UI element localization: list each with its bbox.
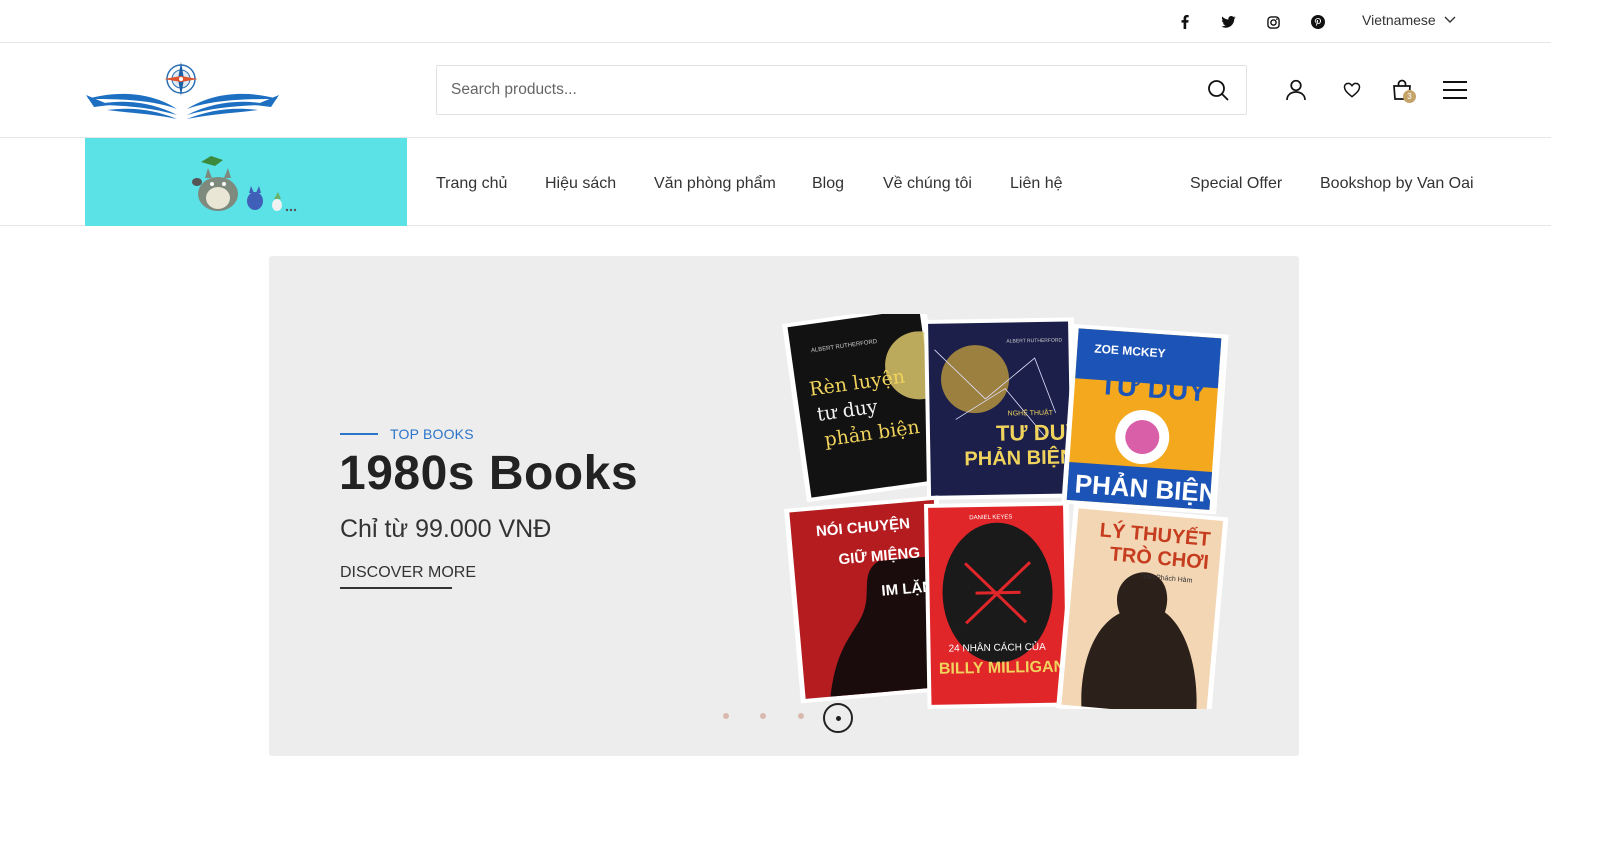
instagram-icon[interactable] bbox=[1263, 12, 1283, 32]
nav-item-contact[interactable]: Liên hệ bbox=[1010, 175, 1063, 193]
eyebrow-line bbox=[340, 433, 378, 435]
nav-item-stationery[interactable]: Văn phòng phẩm bbox=[654, 175, 776, 193]
hero-subtitle: Chỉ từ 99.000 VNĐ bbox=[340, 515, 552, 543]
nav-item-about[interactable]: Về chúng tôi bbox=[883, 175, 972, 193]
main-navigation: Trang chủ Hiệu sách Văn phòng phẩm Blog … bbox=[0, 138, 1551, 226]
nav-banner-image bbox=[85, 138, 407, 226]
nav-item-blog[interactable]: Blog bbox=[812, 175, 844, 193]
nav-item-home[interactable]: Trang chủ bbox=[436, 175, 507, 193]
discover-more-link[interactable]: DISCOVER MORE bbox=[340, 564, 476, 582]
slider-dot-3[interactable] bbox=[798, 713, 804, 719]
language-selector[interactable]: Vietnamese bbox=[1362, 12, 1456, 28]
hero-eyebrow-text: TOP BOOKS bbox=[390, 426, 474, 442]
facebook-icon[interactable] bbox=[1175, 12, 1195, 32]
nav-item-bookstore[interactable]: Hiệu sách bbox=[545, 175, 616, 193]
slider-dot-1[interactable] bbox=[723, 713, 729, 719]
top-bar: Vietnamese bbox=[0, 0, 1551, 43]
book-5-author: DANIEL KEYES bbox=[969, 514, 1012, 521]
slider-dot-4-active[interactable] bbox=[823, 703, 853, 733]
cart-icon[interactable]: 3 bbox=[1389, 77, 1416, 103]
search-icon[interactable] bbox=[1190, 66, 1246, 114]
cta-underline bbox=[340, 587, 452, 589]
hero-title: 1980s Books bbox=[339, 447, 639, 500]
book-cover-2 bbox=[928, 321, 1072, 496]
site-logo[interactable] bbox=[85, 61, 280, 119]
book-2-line-3: PHẢN BIỆN bbox=[964, 444, 1074, 470]
book-5-line-2: BILLY MILLIGAN bbox=[939, 659, 1066, 678]
slider-dot-2[interactable] bbox=[760, 713, 766, 719]
twitter-icon[interactable] bbox=[1218, 12, 1238, 32]
nav-item-special-offer[interactable]: Special Offer bbox=[1190, 175, 1282, 193]
book-collage: ALBERT RUTHERFORD Rèn luyện tư duy phản … bbox=[782, 314, 1229, 709]
search-input[interactable] bbox=[437, 66, 1190, 114]
language-label: Vietnamese bbox=[1362, 12, 1436, 28]
account-icon[interactable] bbox=[1283, 77, 1309, 103]
wishlist-icon[interactable] bbox=[1339, 77, 1365, 103]
nav-item-bookshop[interactable]: Bookshop by Van Oai bbox=[1320, 175, 1474, 193]
cart-count-badge: 3 bbox=[1403, 90, 1416, 103]
pinterest-icon[interactable] bbox=[1308, 12, 1328, 32]
chevron-down-icon bbox=[1444, 16, 1456, 23]
hero-slider: TOP BOOKS 1980s Books Chỉ từ 99.000 VNĐ … bbox=[269, 256, 1299, 756]
menu-icon[interactable] bbox=[1441, 77, 1469, 103]
hero-eyebrow: TOP BOOKS bbox=[340, 426, 474, 442]
book-2-author: ALBERT RUTHERFORD bbox=[1006, 338, 1062, 345]
search-bar bbox=[436, 65, 1247, 115]
header: 3 bbox=[0, 43, 1551, 138]
